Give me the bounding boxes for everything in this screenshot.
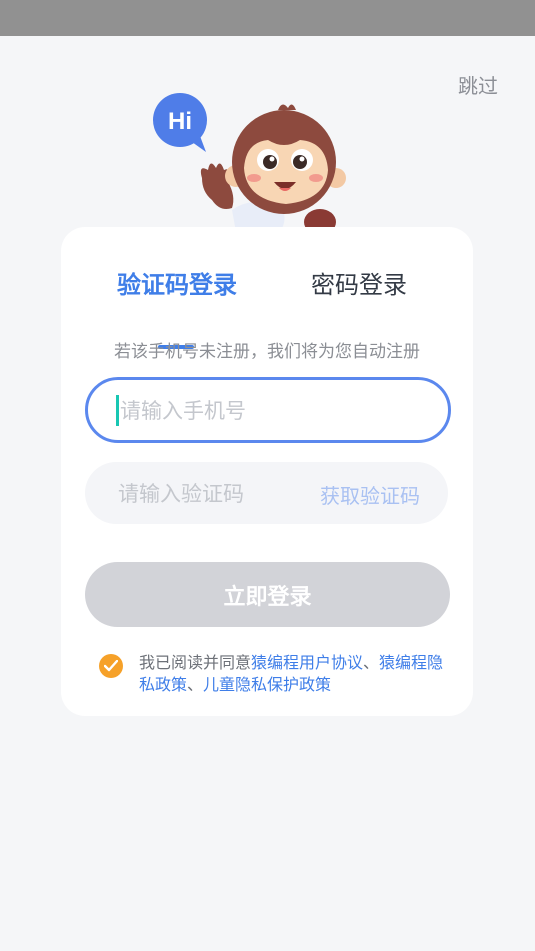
agreement-separator: 、 (187, 675, 204, 694)
get-code-button[interactable]: 获取验证码 (320, 480, 420, 509)
phone-field[interactable] (85, 377, 451, 443)
checkmark-icon (104, 660, 118, 672)
tab-password-login[interactable]: 密码登录 (311, 265, 407, 300)
agreement-separator: 、 (363, 653, 380, 672)
status-bar (0, 0, 535, 36)
agreement-prefix: 我已阅读并同意 (139, 653, 252, 672)
user-agreement-link[interactable]: 猿编程用户协议 (251, 653, 363, 672)
phone-input[interactable] (118, 380, 432, 442)
verification-code-field[interactable]: 获取验证码 (85, 462, 448, 526)
hi-speech-bubble: Hi (153, 93, 207, 152)
tab-sms-login[interactable]: 验证码登录 (117, 265, 237, 300)
login-button[interactable]: 立即登录 (85, 562, 450, 627)
login-tabs: 验证码登录 密码登录 (61, 265, 473, 349)
agreement-checkbox[interactable] (99, 654, 123, 678)
skip-button[interactable]: 跳过 (458, 70, 498, 99)
verification-code-input[interactable] (116, 462, 310, 526)
mascot-illustration: Hi (150, 92, 350, 242)
login-card: 验证码登录 密码登录 若该手机号未注册，我们将为您自动注册 获取验证码 立即登录… (61, 227, 473, 716)
bubble-text: Hi (168, 108, 192, 135)
child-privacy-policy-link[interactable]: 儿童隐私保护政策 (203, 675, 331, 694)
auto-register-hint: 若该手机号未注册，我们将为您自动注册 (114, 342, 420, 362)
agreement-text: 我已阅读并同意猿编程用户协议、猿编程隐私政策、儿童隐私保护政策 (139, 652, 449, 696)
